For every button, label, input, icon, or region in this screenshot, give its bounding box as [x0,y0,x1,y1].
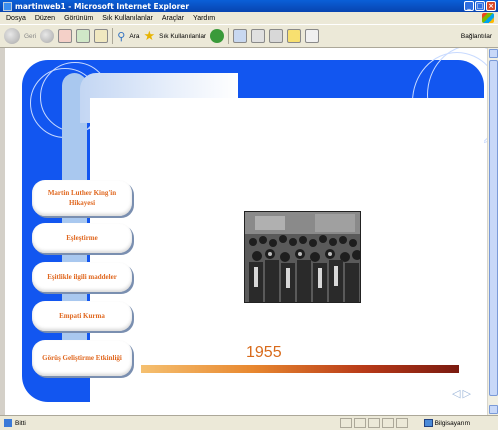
computer-icon [423,419,433,427]
page-icon [4,419,12,427]
back-button-label[interactable]: Geri [24,33,36,40]
maximize-button[interactable]: □ [475,1,485,11]
opinion-activity-button[interactable]: Görüş Geliştirme Etkinliği [32,340,132,376]
equality-articles-button[interactable]: Eşitlikle ilgili maddeler [32,262,132,292]
status-pane [368,418,380,428]
search-button-label[interactable]: Ara [129,33,139,40]
window-controls: _ □ × [464,1,496,11]
favorites-star-icon[interactable]: ★ [143,29,155,43]
minimize-button[interactable]: _ [464,1,474,11]
research-icon[interactable] [305,29,320,43]
print-icon[interactable] [251,29,266,43]
menu-file[interactable]: Dosya [6,15,26,22]
windows-logo-icon [482,13,494,23]
scroll-thumb[interactable] [489,60,498,396]
empathy-button-label: Empati Kurma [59,312,105,320]
refresh-icon[interactable] [76,29,91,43]
window-title: martinweb1 - Microsoft Internet Explorer [15,1,190,11]
scroll-up-arrow-icon[interactable] [489,49,498,58]
security-zone: Bilgisayarım [423,419,470,427]
navigation-arrows: ◁ ▷ [452,387,471,400]
empathy-button[interactable]: Empati Kurma [32,301,132,331]
links-label[interactable]: Bağlantılar [461,33,492,40]
timeline-bar[interactable] [141,365,459,373]
flash-content: Martin Luther King'in Hikayesi Eşleştirm… [22,48,487,402]
toolbar: Geri ⚲ Ara ★ Sık Kullanılanlar Bağlantıl… [0,24,498,48]
matching-button-label: Eşleştirme [66,234,98,242]
menu-help[interactable]: Yardım [193,15,215,22]
timeline-year: 1955 [246,344,282,361]
mail-icon[interactable] [233,29,248,43]
story-button-label: Martin Luther King'in Hikayesi [47,189,117,207]
back-arrow-icon[interactable] [4,28,20,44]
status-pane [340,418,352,428]
search-icon[interactable]: ⚲ [117,30,125,43]
internet-explorer-icon [3,1,12,11]
next-arrow-icon[interactable]: ▷ [462,387,470,400]
status-panes [340,418,408,428]
equality-articles-button-label: Eşitlikle ilgili maddeler [47,273,117,281]
menu-bar: Dosya Düzen Görünüm Sık Kullanılanlar Ar… [0,12,498,24]
historical-photo [244,211,361,303]
story-button[interactable]: Martin Luther King'in Hikayesi [32,180,132,216]
menu-favorites[interactable]: Sık Kullanılanlar [102,15,153,22]
vertical-scrollbar[interactable] [487,48,498,415]
home-icon[interactable] [94,29,109,43]
window-title-bar: martinweb1 - Microsoft Internet Explorer… [0,0,498,12]
crowd-march-photo [245,212,360,302]
status-bar: Bitti Bilgisayarım [0,415,498,430]
close-button[interactable]: × [486,1,496,11]
favorites-button-label[interactable]: Sık Kullanılanlar [159,33,206,40]
previous-arrow-icon[interactable]: ◁ [452,387,460,400]
status-text: Bitti [15,419,26,427]
edit-icon[interactable] [269,29,284,43]
scroll-down-arrow-icon[interactable] [489,405,498,414]
status-pane [354,418,366,428]
zone-text: Bilgisayarım [434,419,470,427]
browser-viewport: Martin Luther King'in Hikayesi Eşleştirm… [5,48,487,415]
matching-button[interactable]: Eşleştirme [32,223,132,253]
media-icon[interactable] [210,29,225,43]
messenger-icon[interactable] [287,29,302,43]
toolbar-separator-2 [228,28,230,44]
menu-view[interactable]: Görünüm [64,15,93,22]
status-pane [396,418,408,428]
toolbar-separator [112,28,114,44]
status-pane [382,418,394,428]
opinion-activity-button-label: Görüş Geliştirme Etkinliği [42,354,122,362]
forward-arrow-icon[interactable] [40,29,55,43]
menu-edit[interactable]: Düzen [35,15,55,22]
stop-icon[interactable] [58,29,73,43]
menu-tools[interactable]: Araçlar [162,15,184,22]
